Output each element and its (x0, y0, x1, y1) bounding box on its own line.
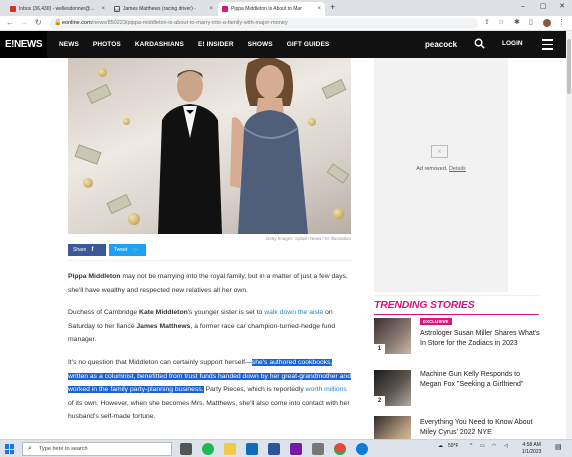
scrollbar-thumb[interactable] (567, 39, 571, 94)
close-icon[interactable]: × (209, 6, 213, 12)
ad-placeholder: × Ad removed. Details (374, 58, 508, 292)
address-bar-row: ← → ↻ 🔒 eonline.com/news/850223/pippa-mi… (0, 16, 572, 31)
article-paragraph-3: It's no question that Middleton can cert… (68, 359, 351, 420)
article-hero-image (68, 58, 351, 234)
gmail-icon (10, 6, 16, 12)
story-rank: 1 (374, 344, 385, 354)
forward-icon[interactable]: → (20, 18, 28, 28)
story-thumbnail: 2 (374, 370, 411, 406)
worth-millions-link[interactable]: worth millions (306, 386, 347, 393)
reload-icon[interactable]: ↻ (35, 18, 42, 28)
task-view-icon[interactable] (180, 443, 192, 455)
windows-taskbar: ⌕ Type here to search ☁ 50°F ^ ▭ ◠ ◁ 4:5… (0, 439, 572, 457)
divider (68, 260, 351, 261)
close-window-icon[interactable]: ✕ (552, 0, 572, 14)
extensions-icon[interactable]: ✱ (514, 18, 520, 28)
menu-gift-guides[interactable]: GIFT GUIDES (287, 41, 330, 48)
story-title[interactable]: Everything You Need to Know About Miley … (420, 418, 542, 438)
bookmark-star-icon[interactable]: ☆ (498, 18, 504, 28)
close-icon[interactable]: × (317, 6, 321, 12)
menu-photos[interactable]: PHOTOS (93, 41, 121, 48)
trending-underline (374, 314, 539, 315)
back-icon[interactable]: ← (6, 18, 14, 28)
maximize-icon[interactable]: ▢ (533, 0, 553, 14)
walk-down-the-aisle-link[interactable]: walk down the aisle (264, 309, 323, 316)
eonline-logo[interactable]: E!NEWS (0, 31, 47, 58)
ad-details-link[interactable]: Details (449, 166, 466, 172)
menu-news[interactable]: NEWS (59, 41, 79, 48)
profile-avatar[interactable] (543, 19, 551, 27)
share-icon[interactable]: ⇪ (484, 18, 490, 28)
main-menu: NEWS PHOTOS KARDASHIANS E! INSIDER SHOWS… (59, 41, 343, 48)
file-explorer-icon[interactable] (224, 443, 236, 455)
page-scrollbar[interactable] (566, 31, 572, 439)
wikipedia-icon: W (114, 6, 120, 12)
search-icon[interactable] (474, 38, 485, 49)
sidebar-icon[interactable]: ▯ (529, 18, 533, 28)
word-icon[interactable] (268, 443, 280, 455)
photo-credit: Getty Images; Splash News / E! Illustrat… (265, 236, 351, 241)
browser-menu-icon[interactable]: ⋮ (558, 18, 565, 28)
search-icon: ⌕ (28, 445, 32, 452)
trending-story[interactable]: 3 Everything You Need to Know About Mile… (374, 416, 544, 439)
ad-removed-label: Ad removed. Details (416, 166, 466, 172)
trending-heading: TRENDING STORIES (374, 299, 475, 311)
article-paragraph-2: Duchess of Cambridge Kate Middleton's yo… (68, 309, 336, 343)
windows-start-icon[interactable] (5, 444, 15, 454)
url-field[interactable]: 🔒 eonline.com/news/850223/pippa-middleto… (50, 18, 478, 29)
spotify-icon[interactable] (202, 443, 214, 455)
taskbar-search-input[interactable]: ⌕ Type here to search (22, 442, 172, 456)
story-title[interactable]: Machine Gun Kelly Responds to Megan Fox … (420, 370, 542, 390)
notifications-icon[interactable]: ▤ (555, 443, 562, 451)
lock-icon: 🔒 (54, 20, 62, 26)
minimize-icon[interactable]: – (513, 0, 533, 14)
ad-removed-icon: × (431, 145, 448, 158)
weather-icon[interactable]: ☁ (438, 443, 443, 449)
chrome-icon[interactable] (334, 443, 346, 455)
store-icon[interactable] (312, 443, 324, 455)
outlook-icon[interactable] (246, 443, 258, 455)
exclusive-badge: EXCLUSIVE (420, 318, 452, 325)
browser-tab-strip: Inbox (36,430) - wellesdonner@... × W Ja… (0, 0, 572, 16)
new-tab-button[interactable]: + (330, 2, 335, 12)
facebook-icon: f (91, 247, 94, 253)
tray-chevron-icon[interactable]: ^ (470, 443, 472, 449)
wifi-icon[interactable]: ◠ (492, 443, 496, 449)
twitter-icon: 🐦 (132, 247, 140, 254)
close-icon[interactable]: × (101, 6, 105, 12)
tab-wikipedia[interactable]: W James Matthews (racing driver) - × (110, 2, 217, 16)
twitter-share-button[interactable]: Tweet 🐦 (109, 244, 146, 256)
page-content: Getty Images; Splash News / E! Illustrat… (0, 58, 566, 439)
tab-gmail[interactable]: Inbox (36,430) - wellesdonner@... × (6, 2, 109, 16)
trending-story[interactable]: 1 EXCLUSIVE Astrologer Susan Miller Shar… (374, 318, 544, 358)
onenote-icon[interactable] (290, 443, 302, 455)
menu-e-insider[interactable]: E! INSIDER (198, 41, 234, 48)
story-thumbnail: 1 (374, 318, 411, 354)
weather-temp[interactable]: 50°F (448, 443, 459, 449)
eonline-icon (222, 6, 228, 12)
facebook-share-button[interactable]: Share f (68, 244, 106, 256)
trending-story[interactable]: 2 Machine Gun Kelly Responds to Megan Fo… (374, 370, 544, 410)
edge-icon[interactable] (356, 443, 368, 455)
tab-eonline[interactable]: Pippa Middleton Is About to Mar × (218, 2, 325, 16)
volume-icon[interactable]: ◁ (504, 443, 508, 449)
hamburger-menu-icon[interactable] (542, 39, 553, 50)
system-clock[interactable]: 4:58 AM 1/1/2023 (522, 442, 541, 456)
story-rank: 2 (374, 396, 385, 406)
story-thumbnail: 3 (374, 416, 411, 439)
bride-figure (230, 58, 308, 234)
site-header: E!NEWS NEWS PHOTOS KARDASHIANS E! INSIDE… (0, 31, 566, 58)
story-title[interactable]: Astrologer Susan Miller Shares What's In… (420, 329, 542, 349)
login-link[interactable]: LOGIN (502, 40, 523, 47)
peacock-link[interactable]: peacock (425, 40, 457, 49)
menu-shows[interactable]: SHOWS (248, 41, 273, 48)
article-paragraph-1: Pippa Middleton may not be marrying into… (68, 273, 348, 294)
network-icon[interactable]: ▭ (480, 443, 485, 449)
menu-kardashians[interactable]: KARDASHIANS (135, 41, 184, 48)
divider (374, 295, 539, 296)
